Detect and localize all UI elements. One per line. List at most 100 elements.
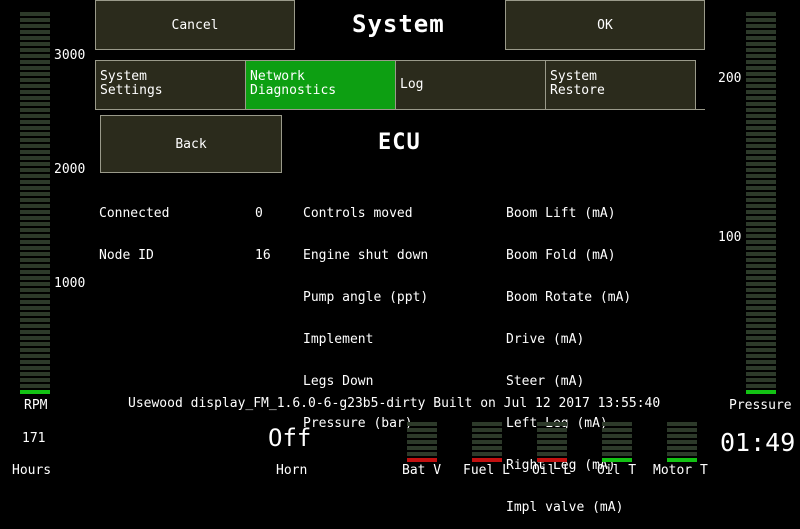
gauge-segment [20, 276, 50, 280]
tab-system-settings[interactable]: System Settings [95, 60, 246, 110]
horn-label: Horn [276, 463, 308, 478]
list-item: Steer (mA) [506, 374, 585, 389]
indicator-segment [472, 428, 502, 432]
gauge-segment [746, 30, 776, 34]
gauge-segment [746, 348, 776, 352]
gauge-segment [746, 336, 776, 340]
gauge-segment [20, 42, 50, 46]
gauge-segment [20, 12, 50, 16]
gauge-segment [746, 162, 776, 166]
rpm-gauge-bar [20, 12, 50, 396]
gauge-segment [20, 114, 50, 118]
gauge-segment [746, 24, 776, 28]
oil-t-label: Oil T [597, 463, 637, 478]
indicator-segment [602, 422, 632, 426]
clock: 01:49 [720, 428, 796, 457]
gauge-segment [20, 336, 50, 340]
tab-log[interactable]: Log [395, 60, 546, 110]
hours-value: 171 [22, 431, 46, 446]
indicator-segment [407, 446, 437, 450]
gauge-segment [20, 240, 50, 244]
gauge-segment [20, 282, 50, 286]
gauge-segment [746, 210, 776, 214]
bat-v-label: Bat V [402, 463, 442, 478]
gauge-segment [746, 366, 776, 370]
gauge-segment [746, 144, 776, 148]
tab-label-line1: System [100, 69, 147, 84]
fuel-l-indicator [472, 422, 502, 462]
list-item: Legs Down [303, 374, 374, 389]
gauge-segment [20, 78, 50, 82]
gauge-segment [20, 300, 50, 304]
gauge-segment [20, 246, 50, 250]
gauge-segment [746, 126, 776, 130]
indicator-segment [407, 440, 437, 444]
oil-l-label: Oil L [532, 463, 572, 478]
status-value: 16 [255, 248, 271, 263]
gauge-segment [746, 252, 776, 256]
ok-button[interactable]: OK [505, 0, 705, 50]
gauge-segment [20, 144, 50, 148]
status-labels: Connected Node ID [99, 179, 169, 277]
gauge-segment [746, 282, 776, 286]
gauge-segment [20, 174, 50, 178]
rpm-label: RPM [24, 398, 48, 413]
gauge-segment [20, 48, 50, 52]
horn-value[interactable]: Off [268, 424, 311, 452]
gauge-segment [20, 168, 50, 172]
gauge-segment [20, 294, 50, 298]
tab-label-line2: Diagnostics [250, 83, 337, 98]
gauge-segment [20, 348, 50, 352]
tab-network-diagnostics[interactable]: Network Diagnostics [245, 60, 396, 110]
tab-system-restore[interactable]: System Restore [545, 60, 696, 110]
gauge-segment [746, 60, 776, 64]
gauge-segment [20, 384, 50, 388]
indicator-segment [667, 440, 697, 444]
page-title: System [352, 10, 445, 38]
gauge-segment [746, 234, 776, 238]
gauge-segment [746, 288, 776, 292]
indicator-segment [602, 458, 632, 462]
indicator-segment [602, 446, 632, 450]
gauge-segment [746, 216, 776, 220]
gauge-segment [20, 198, 50, 202]
tab-label-line1: Network [250, 69, 305, 84]
gauge-segment [20, 258, 50, 262]
pressure-gauge-bar [746, 12, 776, 396]
rpm-tick-1000: 1000 [54, 276, 86, 291]
list-item: Pump angle (ppt) [303, 290, 429, 305]
gauge-segment [20, 120, 50, 124]
gauge-segment [20, 162, 50, 166]
gauge-segment [746, 384, 776, 388]
gauge-segment [746, 54, 776, 58]
indicator-segment [407, 422, 437, 426]
gauge-segment [746, 240, 776, 244]
oil-t-indicator [602, 422, 632, 462]
indicator-segment [537, 452, 567, 456]
list-item: Engine shut down [303, 248, 429, 263]
gauge-segment [746, 378, 776, 382]
gauge-segment [20, 228, 50, 232]
gauge-segment [20, 150, 50, 154]
tab-divider [95, 109, 705, 110]
bat-v-indicator [407, 422, 437, 462]
gauge-segment [746, 228, 776, 232]
gauge-segment [746, 372, 776, 376]
indicator-segment [537, 446, 567, 450]
gauge-segment [20, 372, 50, 376]
gauge-segment [20, 108, 50, 112]
gauge-segment [746, 180, 776, 184]
gauge-segment [746, 192, 776, 196]
gauge-segment [746, 258, 776, 262]
indicator-segment [472, 434, 502, 438]
gauge-segment [746, 156, 776, 160]
cancel-button[interactable]: Cancel [95, 0, 295, 50]
tab-label-line1: Log [400, 77, 424, 92]
gauge-segment [20, 72, 50, 76]
gauge-segment [746, 168, 776, 172]
gauge-segment [746, 354, 776, 358]
back-button[interactable]: Back [100, 115, 282, 173]
gauge-segment [20, 324, 50, 328]
gauge-segment [20, 180, 50, 184]
pressure-tick-100: 100 [718, 230, 742, 245]
